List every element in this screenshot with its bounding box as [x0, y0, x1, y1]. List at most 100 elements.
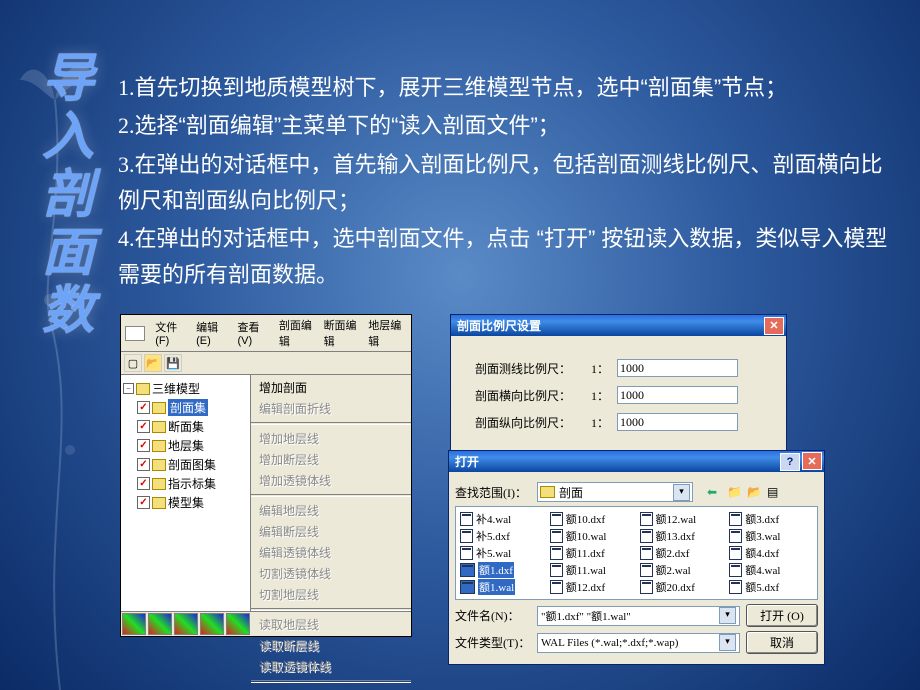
file-item[interactable]: 额10.dxf	[550, 511, 634, 527]
file-item[interactable]: 额11.wal	[550, 562, 634, 578]
toolbar-save-icon[interactable]: 💾	[164, 354, 182, 372]
menu-item: 编辑地层线	[251, 500, 411, 521]
menu-item[interactable]: 断面编辑	[320, 317, 363, 349]
tree-view[interactable]: − 三维模型 ✓剖面集✓断面集✓地层集✓剖面图集✓指示标集✓模型集	[121, 375, 250, 611]
instructions: 1.首先切换到地质模型树下，展开三维模型节点，选中“剖面集”节点；2.选择“剖面…	[118, 70, 888, 296]
checkbox-icon[interactable]: ✓	[137, 496, 150, 509]
file-item[interactable]: 额2.dxf	[640, 545, 724, 561]
tree-node[interactable]: ✓断面集	[123, 417, 248, 436]
menu-item[interactable]: 剖面编辑	[275, 317, 318, 349]
back-icon[interactable]: ⬅	[707, 485, 722, 500]
menu-item: 读取断层线	[251, 635, 411, 656]
file-item[interactable]: 额1.wal	[460, 579, 544, 595]
menu-item: 增加透镜体线	[251, 470, 411, 491]
dropdown-icon[interactable]: ▾	[719, 634, 736, 651]
menubar: 文件 (F)编辑 (E)查看 (V)剖面编辑断面编辑地层编辑	[121, 315, 411, 352]
status-swatch	[174, 613, 198, 635]
up-folder-icon[interactable]: 📁	[727, 485, 742, 500]
filename-label: 文件名(N)：	[455, 607, 531, 624]
tree-node[interactable]: ✓地层集	[123, 436, 248, 455]
file-item[interactable]: 额2.wal	[640, 562, 724, 578]
view-menu-icon[interactable]: ▤	[767, 485, 782, 500]
lookin-combo[interactable]: 剖面 ▾	[537, 482, 693, 502]
file-item[interactable]: 补4.wal	[460, 511, 544, 527]
file-item[interactable]: 额1.dxf	[460, 562, 544, 578]
file-item[interactable]: 额12.dxf	[550, 579, 634, 595]
dropdown-icon[interactable]: ▾	[719, 607, 736, 624]
instruction-item: 2.选择“剖面编辑”主菜单下的“读入剖面文件”；	[118, 108, 888, 144]
filetype-label: 文件类型(T)：	[455, 634, 531, 651]
filetype-combo[interactable]: WAL Files (*.wal;*.dxf;*.wap) ▾	[537, 633, 740, 653]
file-item[interactable]: 额13.dxf	[640, 528, 724, 544]
menu-item[interactable]: 编辑 (E)	[192, 319, 231, 347]
instruction-item: 1.首先切换到地质模型树下，展开三维模型节点，选中“剖面集”节点；	[118, 70, 888, 106]
close-icon[interactable]: ✕	[802, 452, 822, 470]
filename-input[interactable]: "额1.dxf" "额1.wal" ▾	[537, 606, 740, 626]
file-icon	[550, 563, 563, 577]
new-folder-icon[interactable]: 📂	[747, 485, 762, 500]
open-button[interactable]: 打开 (O)	[746, 604, 818, 627]
scale-input[interactable]	[617, 359, 738, 377]
file-list[interactable]: 补4.wal额10.dxf额12.wal额3.dxf补5.dxf额10.wal额…	[455, 506, 818, 600]
file-item[interactable]: 额3.wal	[729, 528, 813, 544]
app-icon	[125, 326, 145, 341]
toolbar: ▢ 📂 💾	[121, 352, 411, 375]
scale-input[interactable]	[617, 386, 738, 404]
scale-prefix: 1：	[579, 387, 609, 404]
menu-item[interactable]: 查看 (V)	[233, 319, 272, 347]
file-icon	[640, 563, 653, 577]
checkbox-icon[interactable]: ✓	[137, 420, 150, 433]
status-swatch	[226, 613, 250, 635]
file-item[interactable]: 补5.dxf	[460, 528, 544, 544]
cancel-button[interactable]: 取消	[746, 631, 818, 654]
open-dialog: 打开 ?✕ 查找范围(I)： 剖面 ▾ ⬅ 📁 📂 ▤ 补4.wal额10.dx…	[448, 450, 825, 665]
app-panel: 文件 (F)编辑 (E)查看 (V)剖面编辑断面编辑地层编辑 ▢ 📂 💾 − 三…	[120, 314, 412, 637]
help-icon[interactable]: ?	[780, 453, 800, 471]
toolbar-open-icon[interactable]: 📂	[144, 354, 162, 372]
collapse-icon[interactable]: −	[123, 383, 134, 394]
status-swatch	[200, 613, 224, 635]
file-icon	[640, 529, 653, 543]
scale-label: 剖面测线比例尺：	[475, 360, 571, 377]
checkbox-icon[interactable]: ✓	[137, 477, 150, 490]
open-dialog-title: 打开 ?✕	[449, 451, 824, 472]
file-icon	[729, 580, 742, 594]
file-item[interactable]: 补5.wal	[460, 545, 544, 561]
menu-item: 切割透镜体线	[251, 563, 411, 584]
scale-input[interactable]	[617, 413, 738, 431]
file-item[interactable]: 额20.dxf	[640, 579, 724, 595]
file-icon	[640, 512, 653, 526]
tree-root[interactable]: − 三维模型	[123, 379, 248, 398]
file-icon	[460, 546, 473, 560]
file-item[interactable]: 额4.wal	[729, 562, 813, 578]
menu-item: 剖试层杂三角示交	[251, 686, 411, 690]
file-icon	[729, 529, 742, 543]
checkbox-icon[interactable]: ✓	[137, 458, 150, 471]
file-item[interactable]: 额10.wal	[550, 528, 634, 544]
menu-item: 读取地层线	[251, 614, 411, 635]
scale-dialog: 剖面比例尺设置 ✕ 剖面测线比例尺：1：剖面横向比例尺：1：剖面纵向比例尺：1：	[450, 314, 787, 455]
file-item[interactable]: 额3.dxf	[729, 511, 813, 527]
file-item[interactable]: 额11.dxf	[550, 545, 634, 561]
menu-item[interactable]: 增加剖面	[251, 377, 411, 398]
menu-item: 编辑剖面折线	[251, 398, 411, 419]
folder-icon	[152, 440, 166, 452]
tree-node[interactable]: ✓模型集	[123, 493, 248, 512]
instruction-item: 4.在弹出的对话框中，选中剖面文件，点击 “打开” 按钮读入数据，类似导入模型需…	[118, 221, 888, 294]
menu-item[interactable]: 文件 (F)	[151, 319, 190, 347]
tree-node[interactable]: ✓剖面图集	[123, 455, 248, 474]
menu-item[interactable]: 地层编辑	[364, 317, 407, 349]
checkbox-icon[interactable]: ✓	[137, 439, 150, 452]
file-item[interactable]: 额4.dxf	[729, 545, 813, 561]
file-item[interactable]: 额5.dxf	[729, 579, 813, 595]
tree-node[interactable]: ✓指示标集	[123, 474, 248, 493]
tree-node[interactable]: ✓剖面集	[123, 398, 248, 417]
menu-item: 切割地层线	[251, 584, 411, 605]
folder-icon	[136, 383, 150, 395]
checkbox-icon[interactable]: ✓	[137, 401, 150, 414]
toolbar-new-icon[interactable]: ▢	[124, 354, 142, 372]
dropdown-icon[interactable]: ▾	[673, 484, 690, 501]
context-menu: 增加剖面编辑剖面折线增加地层线增加断层线增加透镜体线编辑地层线编辑断层线编辑透镜…	[250, 375, 411, 611]
file-item[interactable]: 额12.wal	[640, 511, 724, 527]
close-icon[interactable]: ✕	[764, 317, 784, 335]
